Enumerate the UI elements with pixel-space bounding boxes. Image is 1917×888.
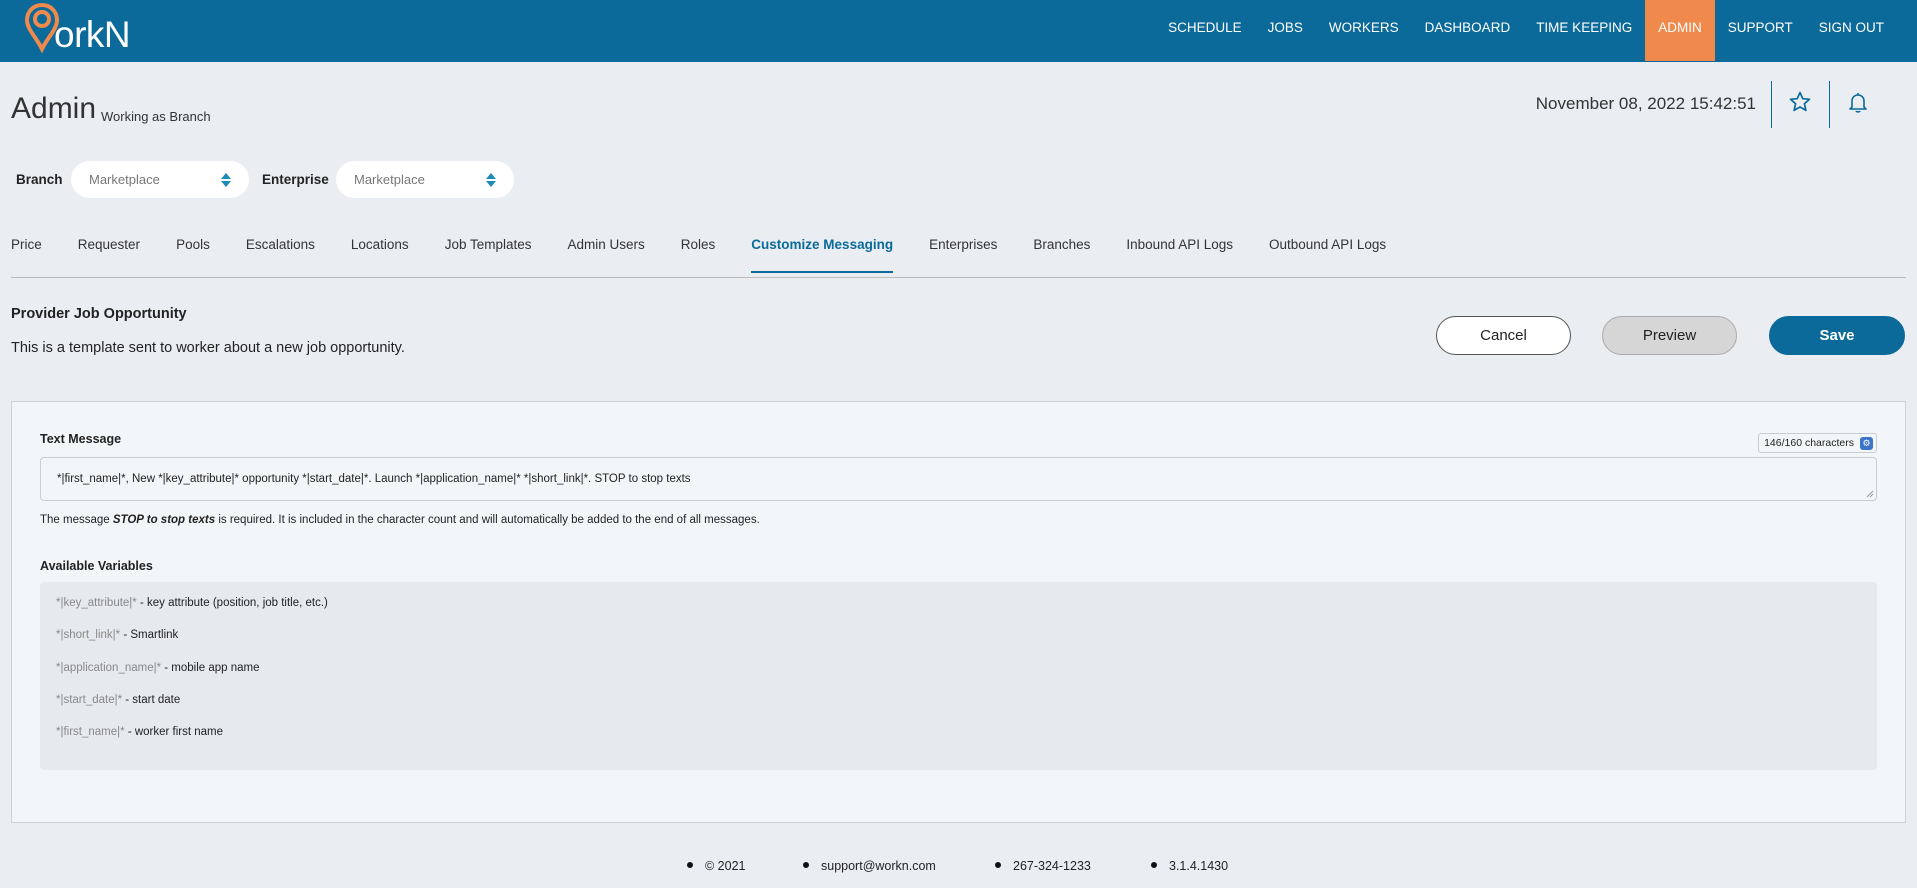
available-variables-list: *|key_attribute|* - key attribute (posit…: [40, 582, 1877, 770]
page-title: Admin: [11, 92, 97, 125]
variable-desc: - worker first name: [124, 726, 224, 738]
variable-code: *|key_attribute|*: [56, 597, 137, 609]
nav-schedule[interactable]: SCHEDULE: [1155, 0, 1255, 55]
variable-desc: - Smartlink: [120, 629, 179, 641]
text-message-value: *|first_name|*, New *|key_attribute|* op…: [57, 473, 691, 485]
list-item: *|first_name|* - worker first name: [56, 726, 223, 738]
tab-escalations[interactable]: Escalations: [246, 237, 315, 273]
variable-desc: - start date: [122, 694, 181, 706]
nav-workers[interactable]: WORKERS: [1316, 0, 1412, 55]
info-icon[interactable]: ⚙: [1860, 437, 1873, 450]
bullet-icon: [803, 862, 809, 868]
nav-time-keeping[interactable]: TIME KEEPING: [1523, 0, 1645, 55]
tab-admin-users[interactable]: Admin Users: [568, 237, 645, 273]
tab-roles[interactable]: Roles: [681, 237, 716, 273]
stop-text-notice: The message STOP to stop texts is requir…: [40, 514, 760, 526]
resize-grip-icon[interactable]: [1866, 490, 1874, 498]
top-navbar: orkN SCHEDULE JOBS WORKERS DASHBOARD TIM…: [0, 0, 1917, 62]
logo-text: orkN: [54, 14, 131, 55]
footer-version-text: 3.1.4.1430: [1169, 859, 1229, 873]
page-subtitle: Working as Branch: [101, 109, 211, 124]
header-divider: [1829, 81, 1830, 128]
nav-sign-out[interactable]: SIGN OUT: [1806, 0, 1897, 55]
header-divider: [1771, 81, 1772, 128]
nav-jobs[interactable]: JOBS: [1255, 0, 1316, 55]
footer-copyright-text: © 2021: [705, 859, 746, 873]
branch-select[interactable]: Marketplace: [71, 161, 249, 198]
workn-logo[interactable]: orkN: [24, 2, 154, 58]
nav-dashboard[interactable]: DASHBOARD: [1412, 0, 1524, 55]
list-item: *|application_name|* - mobile app name: [56, 662, 260, 674]
preview-button[interactable]: Preview: [1602, 316, 1737, 355]
nav-support[interactable]: SUPPORT: [1715, 0, 1806, 55]
sort-caret-icon: [486, 173, 496, 187]
variable-code: *|start_date|*: [56, 694, 123, 706]
section-title: Provider Job Opportunity: [11, 306, 187, 322]
character-count-text: 146/160 characters: [1764, 437, 1854, 449]
nav-admin[interactable]: ADMIN: [1645, 0, 1715, 61]
list-item: *|start_date|* - start date: [56, 694, 180, 706]
tab-requester[interactable]: Requester: [78, 237, 140, 273]
bullet-icon: [1151, 862, 1157, 868]
tab-price[interactable]: Price: [11, 237, 42, 273]
footer: © 2021 support@workn.com 267-324-1233 3.…: [0, 859, 1917, 875]
variable-desc: - key attribute (position, job title, et…: [136, 597, 328, 609]
list-item: *|short_link|* - Smartlink: [56, 629, 178, 641]
bullet-icon: [995, 862, 1001, 868]
notice-prefix: The message: [40, 514, 113, 526]
character-count-badge: 146/160 characters ⚙: [1758, 433, 1877, 453]
footer-email-text: support@workn.com: [821, 859, 936, 873]
variable-desc: - mobile app name: [161, 662, 260, 674]
cancel-button[interactable]: Cancel: [1436, 316, 1571, 355]
enterprise-label: Enterprise: [262, 172, 329, 187]
text-message-textarea[interactable]: *|first_name|*, New *|key_attribute|* op…: [40, 457, 1877, 501]
star-icon[interactable]: [1788, 90, 1812, 114]
tab-inbound-api-logs[interactable]: Inbound API Logs: [1126, 237, 1233, 273]
footer-copyright: © 2021: [687, 859, 746, 873]
bullet-icon: [687, 862, 693, 868]
tab-locations[interactable]: Locations: [351, 237, 409, 273]
variable-code: *|first_name|*: [56, 726, 125, 738]
available-variables-label: Available Variables: [40, 559, 153, 573]
branch-label: Branch: [16, 172, 63, 187]
variable-code: *|application_name|*: [56, 662, 162, 674]
sort-caret-icon: [221, 173, 231, 187]
tab-enterprises[interactable]: Enterprises: [929, 237, 997, 273]
tab-outbound-api-logs[interactable]: Outbound API Logs: [1269, 237, 1386, 273]
tab-job-templates[interactable]: Job Templates: [445, 237, 532, 273]
tab-pools[interactable]: Pools: [176, 237, 210, 273]
section-description: This is a template sent to worker about …: [11, 340, 405, 356]
message-template-panel: Text Message 146/160 characters ⚙ *|firs…: [11, 401, 1906, 823]
branch-select-value: Marketplace: [89, 172, 160, 187]
tab-customize-messaging[interactable]: Customize Messaging: [751, 237, 894, 273]
tab-branches[interactable]: Branches: [1033, 237, 1090, 273]
variable-code: *|short_link|*: [56, 629, 121, 641]
save-button[interactable]: Save: [1769, 316, 1905, 355]
tabs-divider: [11, 277, 1906, 278]
footer-phone-text: 267-324-1233: [1013, 859, 1091, 873]
current-datetime: November 08, 2022 15:42:51: [1535, 94, 1756, 113]
text-message-label: Text Message: [40, 432, 122, 446]
footer-version: 3.1.4.1430: [1151, 859, 1228, 873]
enterprise-select[interactable]: Marketplace: [336, 161, 514, 198]
notice-suffix: is required. It is included in the chara…: [215, 514, 760, 526]
bell-icon[interactable]: [1846, 90, 1870, 114]
footer-phone: 267-324-1233: [995, 859, 1091, 873]
main-nav: SCHEDULE JOBS WORKERS DASHBOARD TIME KEE…: [1155, 0, 1897, 61]
list-item: *|key_attribute|* - key attribute (posit…: [56, 597, 328, 609]
footer-email[interactable]: support@workn.com: [803, 859, 936, 873]
enterprise-select-value: Marketplace: [354, 172, 425, 187]
admin-tabs: Price Requester Pools Escalations Locati…: [11, 237, 1422, 273]
notice-bold: STOP to stop texts: [112, 514, 216, 526]
